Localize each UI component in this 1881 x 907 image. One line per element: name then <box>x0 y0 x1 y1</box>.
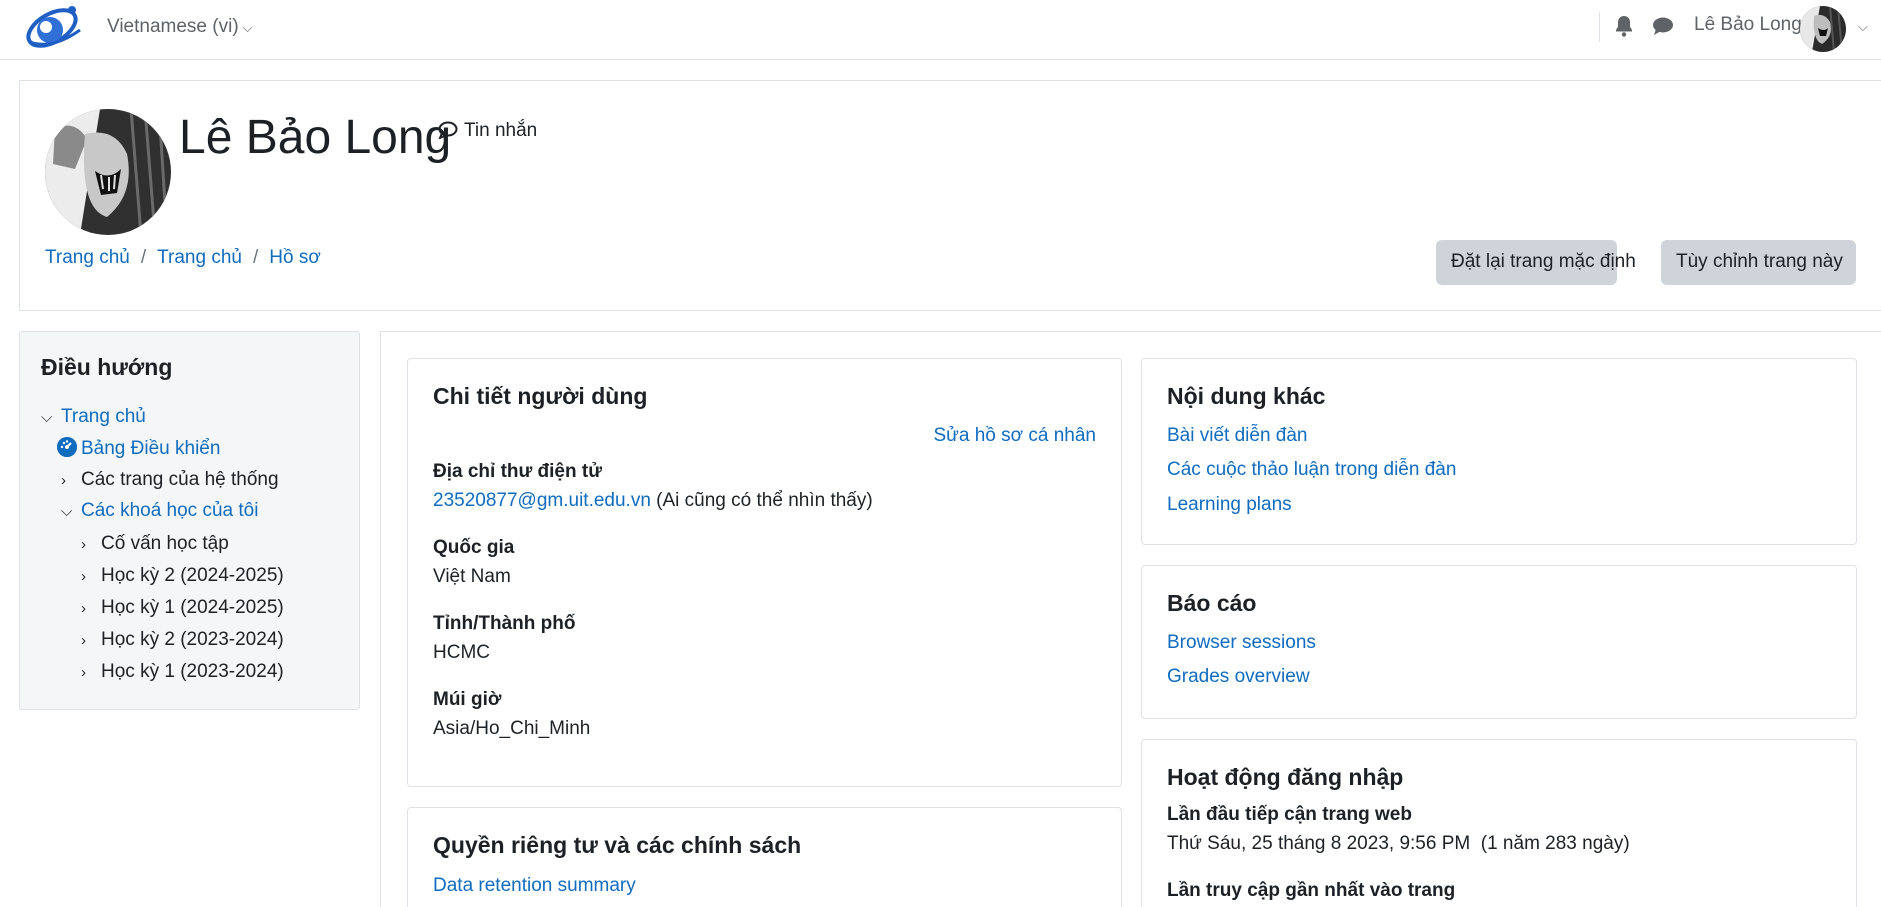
timezone-value: Asia/Ho_Chi_Minh <box>433 718 591 739</box>
email-row: 23520877@gm.uit.edu.vn (Ai cũng có thể n… <box>433 490 873 512</box>
breadcrumb-profile[interactable]: Hồ sơ <box>269 247 321 268</box>
main-region: Chi tiết người dùng Sửa hồ sơ cá nhân Đị… <box>380 331 1881 907</box>
top-navbar: Vietnamese (vi) ⌵ Lê Bảo Long ⌵ <box>0 0 1881 60</box>
customise-page-button[interactable]: Tùy chỉnh trang này <box>1661 240 1856 285</box>
chevron-down-icon[interactable]: ⌵ <box>41 409 61 426</box>
chevron-right-icon[interactable]: › <box>61 472 81 489</box>
user-details-title: Chi tiết người dùng <box>433 383 648 409</box>
city-label: Tỉnh/Thành phố <box>433 613 576 634</box>
chevron-right-icon[interactable]: › <box>81 632 101 649</box>
nav-item-dashboard[interactable]: Bảng Điều khiển <box>57 437 220 460</box>
nav-item-site-pages[interactable]: › Các trang của hệ thống <box>61 469 279 491</box>
misc-title: Nội dung khác <box>1167 383 1326 409</box>
edit-profile-link[interactable]: Sửa hồ sơ cá nhân <box>933 425 1096 447</box>
reports-card: Báo cáo Browser sessions Grades overview <box>1141 565 1857 719</box>
misc-card: Nội dung khác Bài viết diễn đàn Các cuộc… <box>1141 358 1857 545</box>
country-label: Quốc gia <box>433 537 515 558</box>
breadcrumb-home-1[interactable]: Trang chủ <box>45 247 130 268</box>
chevron-right-icon[interactable]: › <box>81 568 101 585</box>
privacy-title: Quyền riêng tư và các chính sách <box>433 832 802 858</box>
forum-posts-link[interactable]: Bài viết diễn đàn <box>1167 425 1308 447</box>
reset-page-button[interactable]: Đặt lại trang mặc định <box>1436 240 1636 285</box>
timezone-label: Múi giờ <box>433 689 502 710</box>
navigation-title: Điều hướng <box>41 354 173 380</box>
nav-course-item[interactable]: › Cố vấn học tập <box>81 533 229 555</box>
language-menu[interactable]: Vietnamese (vi) ⌵ <box>107 16 253 38</box>
nav-course-label[interactable]: Học kỳ 2 (2024-2025) <box>101 565 284 586</box>
privacy-card: Quyền riêng tư và các chính sách Data re… <box>407 807 1122 907</box>
data-retention-link[interactable]: Data retention summary <box>433 875 636 897</box>
forum-discussions-link[interactable]: Các cuộc thảo luận trong diễn đàn <box>1167 459 1456 481</box>
first-access-value: Thứ Sáu, 25 tháng 8 2023, 9:56 PM (1 năm… <box>1167 833 1630 854</box>
nav-course-label[interactable]: Học kỳ 2 (2023-2024) <box>101 629 284 650</box>
nav-course-item[interactable]: › Học kỳ 2 (2023-2024) <box>81 629 284 651</box>
bell-icon[interactable] <box>1614 15 1636 39</box>
nav-my-courses-label[interactable]: Các khoá học của tôi <box>81 500 258 521</box>
last-access-label: Lần truy cập gần nhất vào trang <box>1167 880 1456 901</box>
site-logo[interactable] <box>22 0 90 52</box>
browser-sessions-link[interactable]: Browser sessions <box>1167 632 1316 654</box>
chevron-down-icon[interactable]: ⌵ <box>61 503 81 520</box>
breadcrumb: Trang chủ / Trang chủ / Hồ sơ <box>45 247 321 269</box>
navigation-block: Điều hướng ⌵ Trang chủ Bảng Điều khiển › C… <box>19 331 360 710</box>
user-avatar[interactable] <box>1800 6 1846 52</box>
chevron-right-icon[interactable]: › <box>81 664 101 681</box>
nav-course-label[interactable]: Học kỳ 1 (2023-2024) <box>101 661 284 682</box>
nav-dashboard-label[interactable]: Bảng Điều khiển <box>81 438 220 459</box>
navbar-divider <box>1599 12 1600 42</box>
learning-plans-link[interactable]: Learning plans <box>1167 494 1292 516</box>
breadcrumb-separator: / <box>140 247 147 268</box>
email-visibility-note: (Ai cũng có thể nhìn thấy) <box>656 490 873 511</box>
chevron-down-icon[interactable]: ⌵ <box>1858 19 1868 35</box>
message-button[interactable]: Tin nhắn <box>438 120 537 142</box>
login-activity-card: Hoạt động đăng nhập Lần đầu tiếp cận tra… <box>1141 739 1857 907</box>
grades-overview-link[interactable]: Grades overview <box>1167 666 1310 688</box>
user-menu-name[interactable]: Lê Bảo Long <box>1694 14 1802 36</box>
chat-icon[interactable] <box>1652 16 1676 38</box>
city-value: HCMC <box>433 642 490 663</box>
nav-item-my-courses[interactable]: ⌵ Các khoá học của tôi <box>61 500 258 522</box>
breadcrumb-separator: / <box>252 247 259 268</box>
first-access-label: Lần đầu tiếp cận trang web <box>1167 804 1412 825</box>
chevron-down-icon: ⌵ <box>242 20 253 35</box>
country-value: Việt Nam <box>433 566 511 587</box>
nav-course-item[interactable]: › Học kỳ 2 (2024-2025) <box>81 565 284 587</box>
email-label: Địa chỉ thư điện tử <box>433 461 602 482</box>
reports-title: Báo cáo <box>1167 590 1257 616</box>
login-activity-title: Hoạt động đăng nhập <box>1167 764 1404 790</box>
dashboard-icon <box>57 437 77 457</box>
nav-course-item[interactable]: › Học kỳ 1 (2023-2024) <box>81 661 284 683</box>
nav-course-label[interactable]: Học kỳ 1 (2024-2025) <box>101 597 284 618</box>
user-details-card: Chi tiết người dùng Sửa hồ sơ cá nhân Đị… <box>407 358 1122 787</box>
language-label: Vietnamese (vi) <box>107 16 239 37</box>
speech-bubble-icon <box>438 121 458 141</box>
nav-item-home[interactable]: ⌵ Trang chủ <box>41 406 146 428</box>
chevron-right-icon[interactable]: › <box>81 536 101 553</box>
profile-avatar <box>45 109 171 235</box>
nav-site-pages-label[interactable]: Các trang của hệ thống <box>81 469 279 490</box>
message-label: Tin nhắn <box>464 120 538 141</box>
page-title: Lê Bảo Long <box>179 111 452 164</box>
nav-course-label[interactable]: Cố vấn học tập <box>101 533 229 554</box>
nav-course-item[interactable]: › Học kỳ 1 (2024-2025) <box>81 597 284 619</box>
chevron-right-icon[interactable]: › <box>81 600 101 617</box>
nav-home-label[interactable]: Trang chủ <box>61 406 146 427</box>
breadcrumb-home-2[interactable]: Trang chủ <box>157 247 242 268</box>
email-link[interactable]: 23520877@gm.uit.edu.vn <box>433 490 651 511</box>
